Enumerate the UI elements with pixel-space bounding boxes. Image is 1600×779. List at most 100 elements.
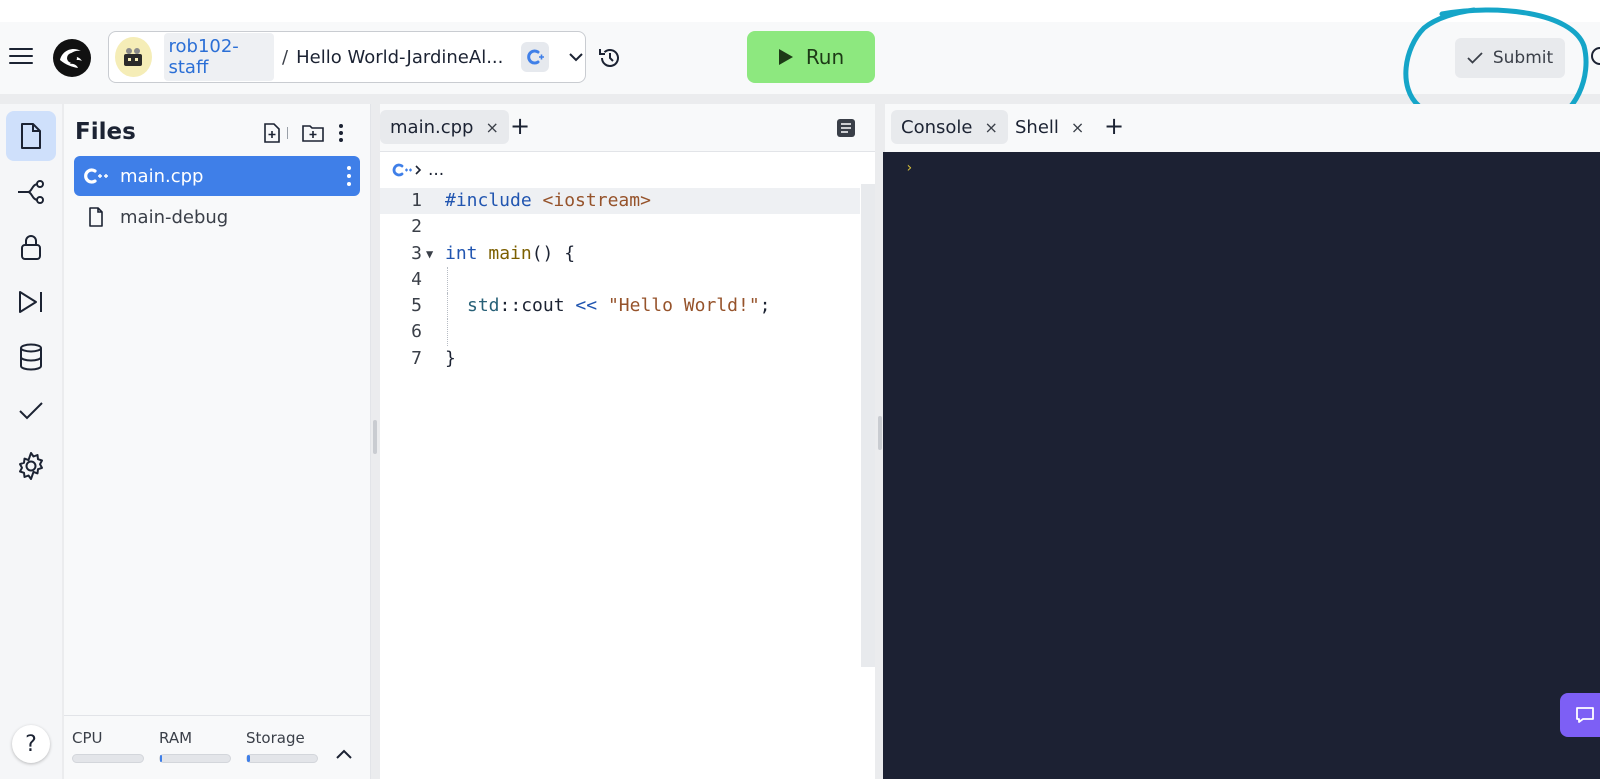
toolbar-divider xyxy=(286,122,290,144)
fold-marker-icon[interactable]: ▼ xyxy=(426,241,433,267)
line-number: 4 xyxy=(411,268,422,290)
close-icon[interactable]: × xyxy=(984,118,997,137)
files-panel: Files main.cpp main-debug CPU RAM Storag… xyxy=(64,104,371,779)
panel-resize-handle[interactable] xyxy=(373,420,377,454)
cpu-meter xyxy=(72,754,144,763)
code-token: std xyxy=(467,295,500,317)
line-number: 7 xyxy=(411,347,422,369)
close-icon[interactable]: × xyxy=(1071,118,1084,137)
submit-label: Submit xyxy=(1492,48,1554,68)
avatar[interactable] xyxy=(115,37,152,77)
code-editor[interactable]: 1 #include <iostream> 2 3 ▼ int main() {… xyxy=(380,188,860,372)
help-button[interactable]: ? xyxy=(12,725,50,763)
repl-selector[interactable]: rob102-staff / Hello World-JardineAl... xyxy=(108,31,586,83)
files-more-icon[interactable] xyxy=(330,122,352,144)
line-number: 6 xyxy=(411,321,422,343)
code-token: <iostream> xyxy=(542,190,651,211)
code-token: ; xyxy=(759,295,771,317)
console-tabs: Console × Shell × + xyxy=(885,104,1600,152)
file-item-main-cpp[interactable]: main.cpp xyxy=(74,156,360,196)
editor-scrollbar[interactable] xyxy=(861,184,875,667)
code-token: "Hello World!" xyxy=(607,295,760,317)
replit-logo-icon[interactable] xyxy=(52,38,92,78)
code-token: int xyxy=(445,242,478,264)
code-line: 6 xyxy=(380,319,860,346)
file-name: main-debug xyxy=(120,206,229,228)
cpp-file-icon xyxy=(82,167,110,185)
tab-label: Console xyxy=(901,116,973,138)
lock-icon[interactable] xyxy=(6,222,56,272)
storage-label: Storage xyxy=(246,729,305,747)
console-output[interactable]: › xyxy=(883,152,1600,779)
tab-label: Shell xyxy=(1015,116,1059,138)
breadcrumb: ... xyxy=(392,160,444,180)
indent-guide xyxy=(447,293,448,320)
debugger-icon[interactable] xyxy=(6,277,56,327)
editor-panel: main.cpp × + ... 1 #include <iostream> 2… xyxy=(380,104,875,779)
history-icon[interactable] xyxy=(597,45,623,71)
submit-button[interactable]: Submit xyxy=(1455,38,1565,78)
code-line: 2 xyxy=(380,214,860,240)
cpp-language-icon xyxy=(521,42,549,72)
check-icon xyxy=(1467,52,1483,64)
path-separator: / xyxy=(282,46,289,68)
tab-shell[interactable]: Shell × xyxy=(1005,110,1094,144)
cpp-icon xyxy=(392,163,422,177)
chevron-up-icon[interactable] xyxy=(336,744,356,764)
new-file-icon[interactable] xyxy=(261,122,283,144)
git-branch-icon[interactable] xyxy=(6,167,56,217)
file-item-main-debug[interactable]: main-debug xyxy=(74,197,360,237)
breadcrumb-ellipsis[interactable]: ... xyxy=(428,160,444,180)
editor-menu-icon[interactable] xyxy=(836,118,858,140)
tab-main-cpp[interactable]: main.cpp × xyxy=(380,110,509,144)
ram-meter xyxy=(159,754,231,763)
console-prompt: › xyxy=(905,160,914,176)
file-options-icon[interactable] xyxy=(344,166,354,186)
close-icon[interactable]: × xyxy=(485,118,498,137)
repl-name[interactable]: Hello World-JardineAl... xyxy=(296,47,503,68)
indent-guide xyxy=(447,266,448,294)
add-tab-icon[interactable]: + xyxy=(1102,112,1126,140)
code-token: cout xyxy=(521,295,565,317)
cpu-label: CPU xyxy=(72,729,103,747)
resources-panel: CPU RAM Storage xyxy=(64,715,370,779)
file-icon xyxy=(82,207,110,227)
check-icon[interactable] xyxy=(6,386,56,436)
add-tab-icon[interactable]: + xyxy=(508,112,532,140)
code-token: () { xyxy=(531,242,576,264)
run-label: Run xyxy=(805,45,845,69)
file-name: main.cpp xyxy=(120,165,204,187)
editor-tabs: main.cpp × + xyxy=(380,104,875,152)
code-line: 7 } xyxy=(380,346,860,372)
code-line: 3 ▼ int main() { xyxy=(380,241,860,267)
tab-console[interactable]: Console × xyxy=(891,110,1008,144)
line-number: 5 xyxy=(411,295,422,317)
code-token: << xyxy=(575,295,598,317)
chat-icon[interactable] xyxy=(1560,693,1600,737)
tab-label: main.cpp xyxy=(390,116,474,138)
line-number: 2 xyxy=(411,216,422,238)
database-icon[interactable] xyxy=(6,332,56,382)
code-line: 5 std::cout << "Hello World!"; xyxy=(380,293,860,320)
top-strip xyxy=(0,0,1600,22)
code-token: main xyxy=(488,242,532,264)
ram-label: RAM xyxy=(159,729,193,747)
code-token: #include xyxy=(445,190,532,211)
code-line: 1 #include <iostream> xyxy=(380,188,860,215)
chevron-down-icon[interactable] xyxy=(567,47,585,67)
user-icon[interactable] xyxy=(1590,46,1600,66)
line-number: 3 xyxy=(411,242,422,264)
run-button[interactable]: Run xyxy=(747,31,875,83)
code-line: 4 xyxy=(380,266,860,294)
files-icon[interactable] xyxy=(6,111,56,161)
code-token: } xyxy=(445,347,456,369)
new-folder-icon[interactable] xyxy=(302,122,324,144)
panel-resize-handle[interactable] xyxy=(878,416,882,450)
settings-icon[interactable] xyxy=(6,441,56,491)
files-title: Files xyxy=(75,119,136,145)
indent-guide xyxy=(447,319,448,346)
storage-meter xyxy=(246,754,318,763)
line-number: 1 xyxy=(411,190,422,211)
menu-icon[interactable] xyxy=(8,44,34,68)
repl-owner-link[interactable]: rob102-staff xyxy=(163,33,275,81)
